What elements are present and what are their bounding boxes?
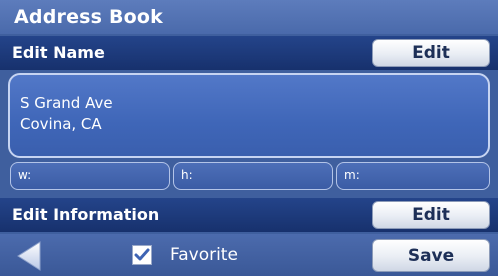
favorite-toggle[interactable]: Favorite	[132, 242, 238, 268]
work-phone-field[interactable]: w:	[10, 162, 170, 190]
page-title: Address Book	[14, 6, 164, 28]
save-button[interactable]: Save	[372, 239, 490, 272]
edit-name-label: Edit Name	[12, 43, 105, 62]
phone-fields-row: w: h: m:	[0, 160, 498, 194]
check-icon	[134, 248, 150, 261]
title-bar: Address Book	[0, 0, 498, 34]
back-arrow-icon[interactable]	[14, 240, 46, 272]
favorite-label: Favorite	[170, 245, 238, 265]
address-panel[interactable]: S Grand Ave Covina, CA	[8, 73, 490, 158]
favorite-checkbox[interactable]	[132, 245, 152, 265]
home-phone-field[interactable]: h:	[173, 162, 333, 190]
address-book-screen: Address Book Edit Name Edit S Grand Ave …	[0, 0, 498, 276]
edit-information-label: Edit Information	[12, 205, 160, 224]
edit-information-button[interactable]: Edit	[372, 201, 490, 229]
mobile-phone-field[interactable]: m:	[336, 162, 490, 190]
address-city: Covina, CA	[20, 115, 102, 133]
address-street: S Grand Ave	[20, 94, 113, 112]
edit-name-button[interactable]: Edit	[372, 39, 490, 67]
edit-information-section: Edit Information Edit	[0, 198, 498, 232]
edit-name-section: Edit Name Edit	[0, 36, 498, 70]
bottom-toolbar: Favorite Save	[0, 234, 498, 276]
